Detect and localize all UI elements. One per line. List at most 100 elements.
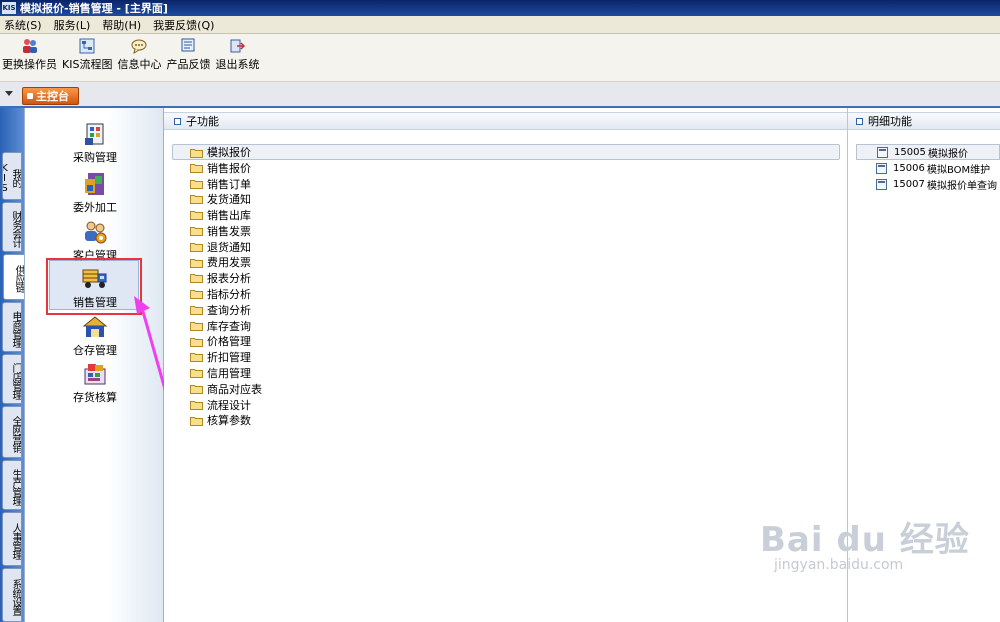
- vtab-hr[interactable]: 人事管理: [2, 512, 22, 566]
- folder-label: 退货通知: [207, 240, 251, 254]
- folder-item[interactable]: 销售出库: [172, 207, 840, 223]
- vtab-store[interactable]: 门店管理: [2, 354, 22, 404]
- detail-name: 模拟报价单查询: [927, 180, 997, 192]
- nav-item-outsourcing[interactable]: 委外加工: [25, 170, 165, 215]
- folder-item[interactable]: 价格管理: [172, 334, 840, 350]
- folder-item[interactable]: 销售发票: [172, 223, 840, 239]
- warehouse-icon: [81, 313, 109, 341]
- detail-item[interactable]: 15007 模拟报价单查询: [856, 176, 1000, 192]
- product-feedback-button[interactable]: 产品反馈: [166, 38, 210, 72]
- folder-item[interactable]: 商品对应表: [172, 381, 840, 397]
- vtab-supply-chain[interactable]: 供应链: [3, 254, 24, 300]
- change-operator-icon: [21, 38, 39, 54]
- folder-icon: [190, 195, 203, 205]
- folder-item[interactable]: 销售订单: [172, 176, 840, 192]
- folder-list: 模拟报价销售报价销售订单发货通知销售出库 销售发票退货通知费用发票报表分析指标分析…: [172, 144, 840, 428]
- detail-code: 15005: [894, 146, 926, 158]
- exit-system-button[interactable]: 退出系统: [215, 38, 259, 72]
- folder-label: 查询分析: [207, 303, 251, 317]
- folder-label: 价格管理: [207, 335, 251, 349]
- folder-icon: [190, 163, 203, 173]
- detail-item[interactable]: 15006 模拟BOM维护: [856, 160, 1000, 176]
- tab-main-console[interactable]: 主控台: [22, 87, 79, 105]
- menu-feedback[interactable]: 我要反馈(Q): [153, 17, 214, 33]
- folder-item[interactable]: 查询分析: [172, 302, 840, 318]
- purchase-management-icon: [81, 120, 109, 148]
- folder-icon: [190, 416, 203, 426]
- nav-item-customer[interactable]: 客户管理: [25, 218, 165, 263]
- sub-function-header: 子功能: [164, 112, 847, 130]
- folder-label: 发货通知: [207, 193, 251, 207]
- folder-label: 折扣管理: [207, 351, 251, 365]
- folder-icon: [190, 242, 203, 252]
- window-title: 模拟报价-销售管理 - [主界面]: [20, 2, 168, 15]
- kis-logo-icon: KIS: [2, 2, 16, 14]
- menu-bar: 系统(S) 服务(L) 帮助(H) 我要反馈(Q): [0, 16, 1000, 34]
- folder-icon: [190, 179, 203, 189]
- exit-icon: [228, 38, 246, 54]
- module-tabs: 我的KIS 财务会计 供应链 电商管理 门店管理 全网营销 生产管理 人事管理 …: [0, 108, 24, 622]
- folder-item[interactable]: 核算参数: [172, 413, 840, 429]
- folder-label: 销售报价: [207, 161, 251, 175]
- folder-icon: [190, 258, 203, 268]
- nav-item-purchase[interactable]: 采购管理: [25, 120, 165, 165]
- menu-system[interactable]: 系统(S): [4, 17, 42, 33]
- document-icon: [876, 178, 887, 190]
- detail-code: 15006: [893, 162, 925, 174]
- folder-label: 模拟报价: [207, 145, 251, 159]
- inventory-accounting-icon: [81, 360, 109, 388]
- vtab-marketing[interactable]: 全网营销: [2, 406, 22, 458]
- folder-item[interactable]: 费用发票: [172, 255, 840, 271]
- folder-icon: [190, 305, 203, 315]
- folder-label: 商品对应表: [207, 382, 262, 396]
- folder-item[interactable]: 销售报价: [172, 160, 840, 176]
- folder-icon: [190, 337, 203, 347]
- flowchart-icon: [78, 38, 96, 54]
- folder-icon: [190, 400, 203, 410]
- baidu-watermark: Bai du 经验 jingyan.baidu.com: [760, 520, 970, 573]
- document-icon: [877, 146, 888, 158]
- message-center-icon: [130, 38, 148, 54]
- folder-label: 销售出库: [207, 209, 251, 223]
- menu-help[interactable]: 帮助(H): [102, 17, 141, 33]
- folder-label: 指标分析: [207, 288, 251, 302]
- detail-name: 模拟BOM维护: [927, 164, 991, 176]
- folder-item[interactable]: 信用管理: [172, 365, 840, 381]
- message-center-button[interactable]: 信息中心: [117, 38, 161, 72]
- tab-strip: 主控台: [0, 82, 1000, 108]
- folder-label: 费用发票: [207, 256, 251, 270]
- vtab-ecommerce[interactable]: 电商管理: [2, 302, 22, 352]
- feedback-icon: [179, 38, 197, 54]
- vtab-my-kis[interactable]: 我的KIS: [2, 152, 22, 200]
- folder-icon: [190, 226, 203, 236]
- folder-label: 报表分析: [207, 272, 251, 286]
- document-icon: [876, 162, 887, 174]
- folder-item[interactable]: 发货通知: [172, 191, 840, 207]
- folder-label: 销售订单: [207, 177, 251, 191]
- folder-icon: [190, 369, 203, 379]
- folder-icon: [190, 321, 203, 331]
- folder-label: 信用管理: [207, 367, 251, 381]
- folder-item[interactable]: 模拟报价: [172, 144, 840, 160]
- chevron-down-icon[interactable]: [5, 91, 13, 96]
- folder-label: 核算参数: [207, 414, 251, 428]
- folder-item[interactable]: 退货通知: [172, 239, 840, 255]
- menu-service[interactable]: 服务(L): [54, 17, 91, 33]
- change-operator-button[interactable]: 更换操作员: [2, 38, 57, 72]
- folder-item[interactable]: 库存查询: [172, 318, 840, 334]
- folder-icon: [190, 149, 203, 158]
- vtab-system-settings[interactable]: 系统设置: [2, 568, 22, 622]
- vtab-finance[interactable]: 财务会计: [2, 202, 22, 252]
- folder-item[interactable]: 折扣管理: [172, 349, 840, 365]
- panel-square-icon: [856, 117, 863, 125]
- folder-icon: [190, 211, 203, 221]
- folder-item[interactable]: 流程设计: [172, 397, 840, 413]
- folder-item[interactable]: 指标分析: [172, 286, 840, 302]
- vtab-production[interactable]: 生产管理: [2, 460, 22, 510]
- detail-item[interactable]: 15005 模拟报价: [856, 144, 1000, 160]
- folder-icon: [190, 274, 203, 284]
- folder-item[interactable]: 报表分析: [172, 270, 840, 286]
- folder-label: 流程设计: [207, 398, 251, 412]
- kis-flowchart-button[interactable]: KIS流程图: [62, 38, 112, 72]
- folder-label: 销售发票: [207, 224, 251, 238]
